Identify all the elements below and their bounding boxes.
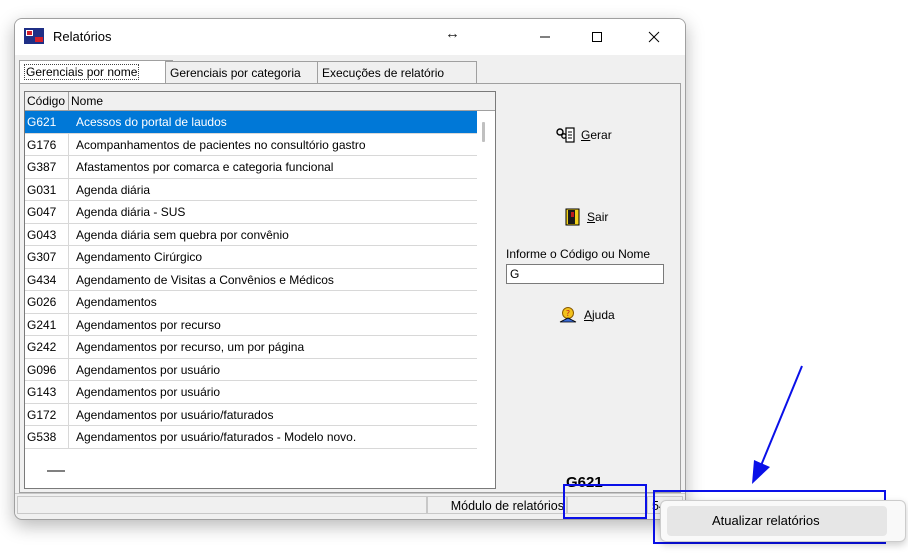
context-menu: Atualizar relatórios <box>660 500 906 542</box>
menu-item-atualizar-relatorios[interactable]: Atualizar relatórios <box>667 506 887 536</box>
annotation-arrow-icon <box>752 365 803 484</box>
